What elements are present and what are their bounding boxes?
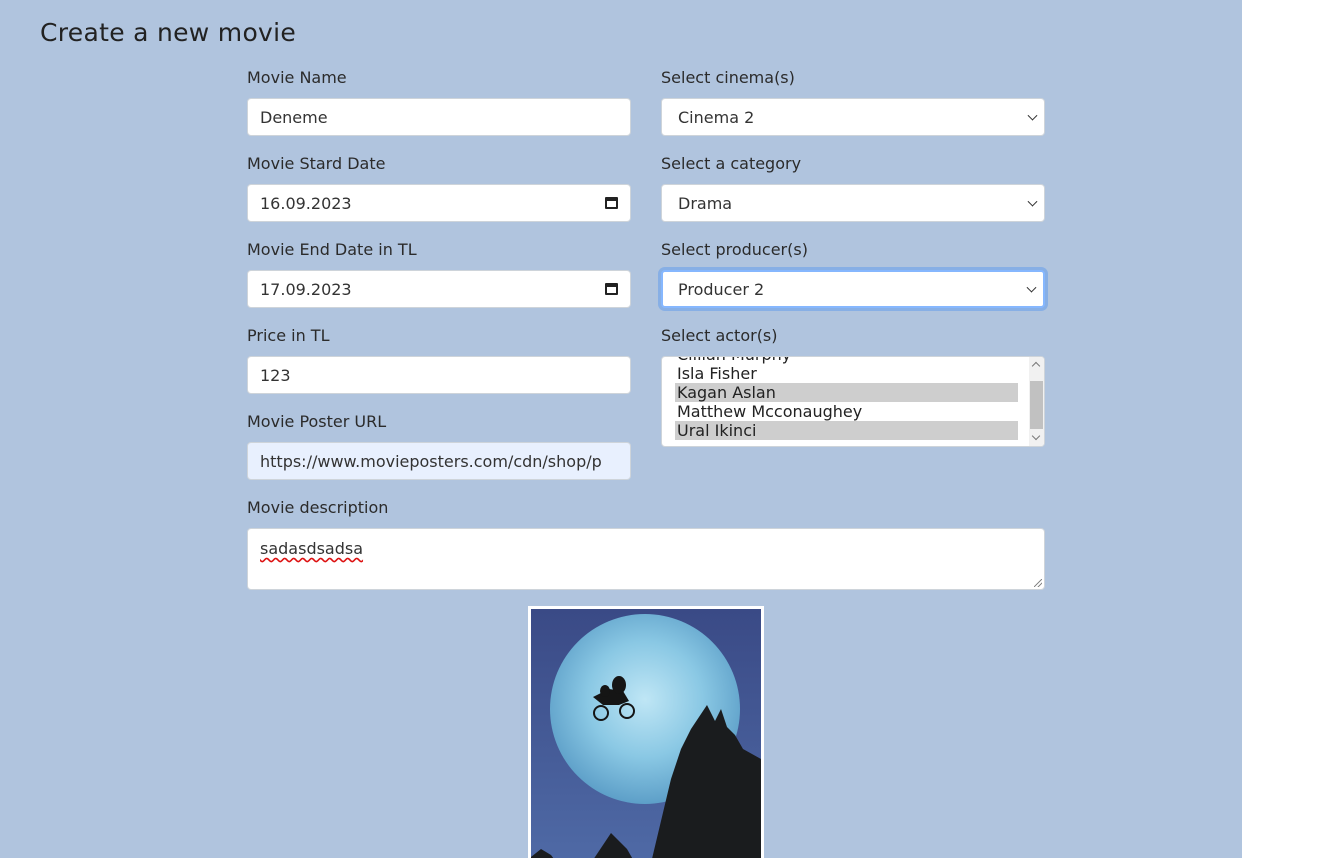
actor-option[interactable]: Cillian Murphy: [675, 357, 1018, 364]
form-panel: Create a new movie Movie Name Deneme Mov…: [0, 0, 1242, 858]
chevron-down-icon: [1026, 282, 1037, 293]
actor-option[interactable]: Ural Ikinci: [675, 421, 1018, 440]
actors-scrollbar[interactable]: [1029, 357, 1044, 446]
description-label: Movie description: [247, 498, 389, 517]
producers-select[interactable]: Producer 2: [661, 270, 1045, 308]
poster-url-value: https://www.movieposters.com/cdn/shop/p: [260, 451, 602, 471]
calendar-icon[interactable]: [605, 283, 618, 295]
category-label: Select a category: [661, 154, 802, 173]
movie-name-value: Deneme: [260, 107, 328, 127]
calendar-icon[interactable]: [605, 197, 618, 209]
start-date-label: Movie Stard Date: [247, 154, 386, 173]
poster-url-label: Movie Poster URL: [247, 412, 387, 431]
cinemas-value: Cinema 2: [678, 107, 755, 127]
poster-preview-image: [528, 606, 764, 858]
poster-artwork: [531, 609, 761, 858]
description-textarea[interactable]: sadasdsadsa: [247, 528, 1045, 590]
start-date-input[interactable]: 16.09.2023: [247, 184, 631, 222]
actors-listbox[interactable]: Cillian Murphy Isla Fisher Kagan Aslan M…: [661, 356, 1045, 447]
cinemas-label: Select cinema(s): [661, 68, 795, 87]
end-date-label: Movie End Date in TL: [247, 240, 417, 259]
chevron-down-icon: [1027, 110, 1038, 121]
scroll-up-icon[interactable]: [1031, 361, 1041, 371]
actor-option[interactable]: Isla Fisher: [675, 364, 1018, 383]
chevron-down-icon: [1027, 196, 1038, 207]
end-date-value: 17.09.2023: [260, 279, 352, 299]
category-value: Drama: [678, 193, 733, 213]
cinemas-select[interactable]: Cinema 2: [661, 98, 1045, 136]
poster-url-input[interactable]: https://www.movieposters.com/cdn/shop/p: [247, 442, 631, 480]
price-value: 123: [260, 365, 291, 385]
movie-name-label: Movie Name: [247, 68, 347, 87]
description-value: sadasdsadsa: [260, 539, 364, 558]
scroll-down-icon[interactable]: [1031, 431, 1041, 441]
movie-name-input[interactable]: Deneme: [247, 98, 631, 136]
price-label: Price in TL: [247, 326, 330, 345]
category-select[interactable]: Drama: [661, 184, 1045, 222]
resize-grip-icon[interactable]: [1034, 579, 1042, 587]
producers-value: Producer 2: [678, 279, 765, 299]
end-date-input[interactable]: 17.09.2023: [247, 270, 631, 308]
price-input[interactable]: 123: [247, 356, 631, 394]
actor-option[interactable]: Matthew Mcconaughey: [675, 402, 1018, 421]
page-title: Create a new movie: [40, 18, 297, 47]
scrollbar-thumb[interactable]: [1030, 381, 1043, 429]
start-date-value: 16.09.2023: [260, 193, 352, 213]
producers-label: Select producer(s): [661, 240, 808, 259]
actor-option[interactable]: Kagan Aslan: [675, 383, 1018, 402]
actors-label: Select actor(s): [661, 326, 778, 345]
